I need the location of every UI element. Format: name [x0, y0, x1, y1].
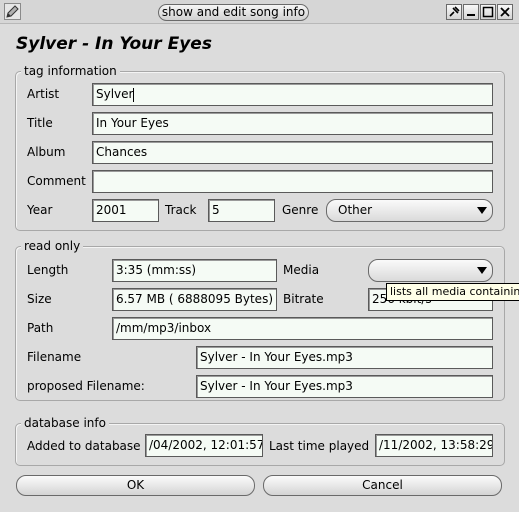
- added-to-database-label: Added to database: [27, 439, 141, 453]
- proposed-filename-label: proposed Filename:: [27, 379, 145, 393]
- artist-input[interactable]: Sylver: [92, 83, 493, 106]
- year-input[interactable]: 2001: [92, 199, 159, 222]
- app-pencil-icon[interactable]: [4, 3, 21, 20]
- minimize-icon: [467, 14, 475, 16]
- media-tooltip: lists all media containing this file: [386, 283, 519, 301]
- media-label: Media: [283, 263, 320, 277]
- proposed-filename-field: Sylver - In Your Eyes.mp3: [196, 375, 493, 398]
- text-cursor: [133, 87, 135, 102]
- last-time-played-field: /11/2002, 13:58:29: [375, 434, 493, 457]
- length-field: 3:35 (mm:ss): [112, 259, 277, 282]
- cancel-button[interactable]: Cancel: [263, 475, 502, 496]
- artist-label: Artist: [27, 87, 60, 101]
- pin-button[interactable]: [446, 4, 462, 20]
- album-input[interactable]: Chances: [92, 141, 493, 164]
- filename-field: Sylver - In Your Eyes.mp3: [196, 346, 493, 369]
- album-label: Album: [27, 145, 66, 159]
- song-heading: Sylver - In Your Eyes: [16, 34, 212, 54]
- tag-information-legend: tag information: [21, 64, 120, 78]
- media-dropdown-arrow-icon: [477, 267, 487, 274]
- comment-input[interactable]: [92, 170, 493, 193]
- media-select[interactable]: [368, 259, 493, 282]
- pin-icon: [449, 6, 460, 17]
- size-field: 6.57 MB ( 6888095 Bytes): [112, 288, 277, 311]
- path-label: Path: [27, 321, 54, 335]
- artist-value: Sylver: [96, 87, 134, 101]
- ok-button[interactable]: OK: [16, 475, 255, 496]
- length-label: Length: [27, 263, 69, 277]
- track-input[interactable]: 5: [208, 199, 275, 222]
- title-input[interactable]: In Your Eyes: [92, 112, 493, 135]
- year-label: Year: [27, 203, 53, 217]
- path-field: /mm/mp3/inbox: [112, 317, 493, 340]
- last-time-played-label: Last time played: [269, 439, 370, 453]
- genre-dropdown-arrow-icon: [477, 207, 487, 214]
- database-info-legend: database info: [21, 416, 109, 430]
- track-label: Track: [165, 203, 197, 217]
- genre-select[interactable]: Other: [326, 199, 493, 222]
- minimize-button[interactable]: [463, 4, 479, 20]
- title-label: Title: [27, 116, 53, 130]
- filename-label: Filename: [27, 350, 82, 364]
- bitrate-label: Bitrate: [283, 292, 324, 306]
- size-value: 6.57 MB ( 6888095 Bytes): [115, 292, 273, 306]
- genre-value: Other: [338, 203, 373, 217]
- close-button[interactable]: [497, 4, 513, 20]
- size-label: Size: [27, 292, 52, 306]
- added-to-database-field: /04/2002, 12:01:57: [145, 434, 263, 457]
- maximize-icon: [482, 6, 494, 18]
- genre-label: Genre: [282, 203, 319, 217]
- comment-label: Comment: [27, 174, 86, 188]
- maximize-button[interactable]: [480, 4, 496, 20]
- close-icon: [500, 7, 510, 17]
- read-only-legend: read only: [21, 239, 84, 253]
- window-title: show and edit song info: [158, 4, 309, 21]
